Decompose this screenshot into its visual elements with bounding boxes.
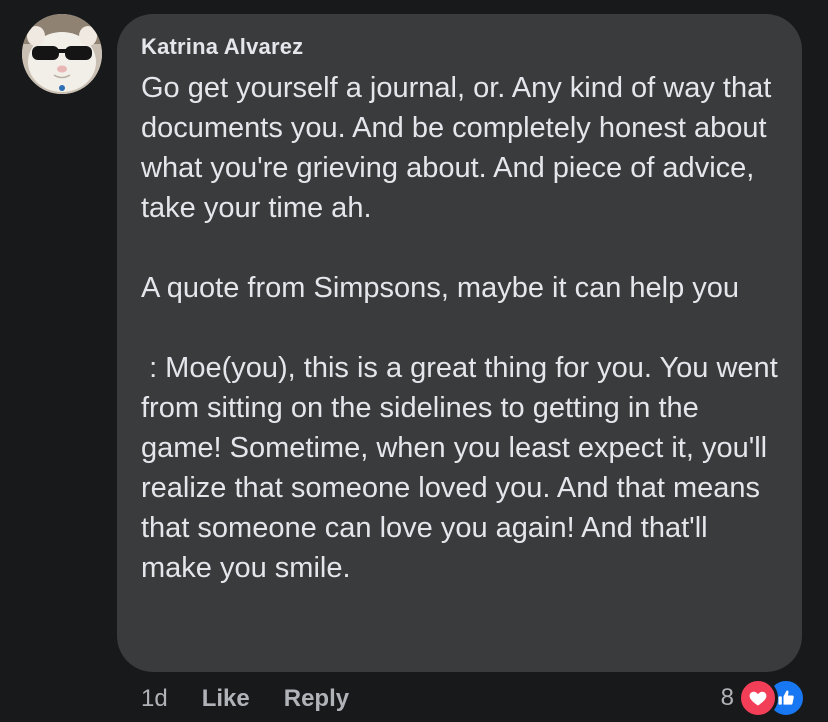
cat-sunglasses-avatar-image <box>22 14 102 94</box>
comment-paragraph: Go get yourself a journal, or. Any kind … <box>141 72 772 224</box>
like-button[interactable]: Like <box>202 685 250 713</box>
reply-button[interactable]: Reply <box>284 685 349 713</box>
comment-bubble: Katrina Alvarez Go get yourself a journa… <box>117 14 802 672</box>
comment-paragraph: A quote from Simpsons, maybe it can help… <box>141 272 740 304</box>
comment-text: Go get yourself a journal, or. Any kind … <box>141 68 786 588</box>
avatar[interactable] <box>22 14 102 94</box>
comment-actions: 1d Like Reply <box>141 682 383 716</box>
comment-paragraph: : Moe(you), this is a great thing for yo… <box>141 352 786 584</box>
comment-timestamp[interactable]: 1d <box>141 685 168 713</box>
comment-author-name[interactable]: Katrina Alvarez <box>141 34 303 60</box>
reaction-count: 8 <box>720 684 734 711</box>
reactions-summary[interactable]: 8 <box>720 678 806 718</box>
love-icon <box>738 678 778 718</box>
